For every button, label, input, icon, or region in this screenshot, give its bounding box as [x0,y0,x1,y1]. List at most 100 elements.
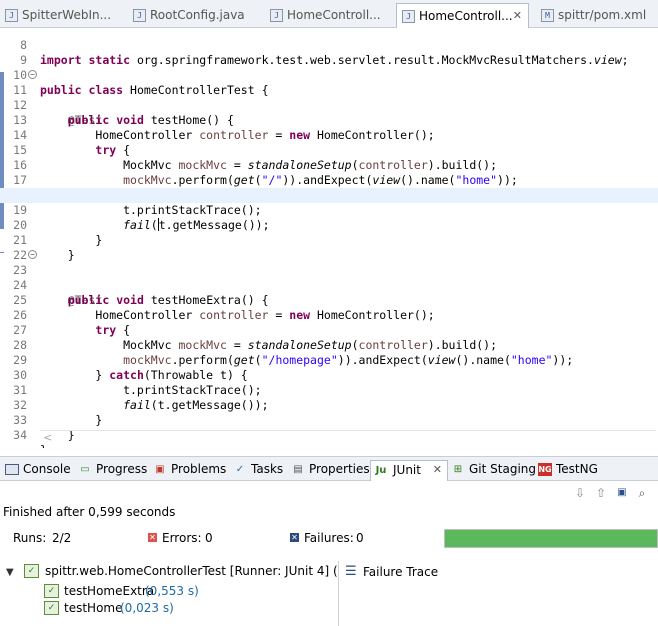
test-passed-icon: ✓ [44,584,59,598]
tab-testng[interactable]: NG TestNG [538,460,598,481]
code-line: 29 } catch(Throwable t) { [13,353,248,382]
java-file-icon: J [270,9,283,22]
editor-tab-home-controller[interactable]: J HomeControll... [265,3,380,28]
tab-label: JUnit [393,463,421,477]
views-tab-bar: Console ▭ Progress ▣ Problems ✓ Tasks ▤ … [0,456,658,481]
tab-label: SpitterWebIn... [22,8,110,22]
code-line: 21 } [13,233,75,262]
horizontal-scrollbar[interactable]: < [40,430,656,444]
code-line: 10 public class HomeControllerTest { [13,68,269,97]
close-icon[interactable]: ✕ [433,463,442,476]
code-line: 17 } catch(Throwable t) { [13,173,248,202]
tree-root-node[interactable]: ▼ ✓ spittr.web.HomeControllerTest [Runne… [0,563,338,580]
tab-junit[interactable]: Ju JUnit ✕ [370,460,448,481]
testng-icon: NG [538,463,552,476]
runs-label: Runs: [13,531,47,545]
editor-tab-bar: J SpitterWebIn... J RootConfig.java J Ho… [0,0,658,28]
properties-icon: ▤ [293,464,303,475]
code-line: 32 } [13,398,103,427]
code-line-current: 19 fail(t.getMessage()); [0,188,658,232]
tab-label: Properties [309,462,370,476]
code-line: 14 try { [13,128,131,157]
tab-console[interactable]: Console [5,460,71,481]
tab-label: spittr/pom.xml [558,8,647,22]
editor-tab-home-controller-test[interactable]: J HomeControll... ✕ [396,3,529,28]
console-icon [5,464,19,475]
tab-progress[interactable]: ▭ Progress [78,460,147,481]
scroll-lock-icon[interactable]: ⌕ [634,485,650,501]
code-line: 30 t.printStackTrace(); [13,368,262,397]
code-line: 22 [13,248,27,262]
chevron-down-icon[interactable]: ▼ [6,564,14,580]
code-line: 34 } [13,428,47,448]
java-file-icon: J [402,10,415,23]
junit-icon: Ju [375,465,387,476]
previous-failure-icon[interactable]: ⇧ [593,485,609,501]
show-failures-only-icon[interactable]: ▣ [614,485,630,501]
code-line: 23 − @Test [13,250,103,307]
error-icon: ✕ [148,533,157,542]
junit-test-tree[interactable]: ▼ ✓ spittr.web.HomeControllerTest [Runne… [0,563,340,626]
code-line: 31 fail(t.getMessage()); [13,383,269,412]
junit-finished-text: Finished after 0,599 seconds [3,505,176,519]
tab-label: Problems [171,462,227,476]
tab-label: RootConfig.java [150,8,245,22]
git-staging-icon: ⊞ [453,464,463,475]
tab-tasks[interactable]: ✓ Tasks [233,460,283,481]
tab-properties[interactable]: ▤ Properties [291,460,370,481]
scroll-left-icon[interactable]: < [43,431,52,444]
code-line: 24 public void testHomeExtra() { [13,278,269,307]
editor-tab-spitter-web-initializer[interactable]: J SpitterWebIn... [0,3,110,28]
next-failure-icon[interactable]: ⇩ [572,485,588,501]
code-line: 11 − @Test [13,70,103,127]
fold-collapse-icon[interactable]: − [28,70,37,79]
tab-label: Git Staging [469,462,537,476]
code-line: 28 mockMvc.perform(get("/homepage")).and… [13,338,574,367]
test-passed-icon: ✓ [44,601,59,615]
code-line: 26 try { [13,308,131,337]
tab-problems[interactable]: ▣ Problems [153,460,226,481]
failures-value: 0 [356,531,364,545]
test-time: (0,553 s) [145,584,199,598]
code-line: 33 } [13,413,75,442]
tasks-icon: ✓ [235,464,245,475]
maven-pom-icon: M [541,9,554,22]
code-line: 13 HomeController controller = new HomeC… [13,113,435,142]
failure-icon: ✕ [290,533,299,542]
editor-tab-pom-xml[interactable]: M spittr/pom.xml [536,3,654,28]
tab-label: Console [23,462,71,476]
code-line: 20 } [13,218,103,247]
code-line: 12 public void testHome() { [13,98,234,127]
tab-label: HomeControll... [419,9,513,23]
code-line: 27 MockMvc mockMvc = standaloneSetup(con… [13,323,498,352]
tab-git-staging[interactable]: ⊞ Git Staging [451,460,536,481]
test-time: (0,023 s) [120,601,174,615]
code-line: 9 [20,53,27,67]
code-editor[interactable]: 8 import static org.springframework.test… [0,28,658,448]
progress-icon: ▭ [80,464,90,475]
failure-trace-label: Failure Trace [363,565,439,579]
tab-label: Tasks [251,462,284,476]
tab-label: HomeControll... [287,8,380,22]
code-line: 18 t.printStackTrace(); [13,188,262,217]
tree-root-label: spittr.web.HomeControllerTest [Runner: J… [45,564,338,578]
code-line: 15 MockMvc mockMvc = standaloneSetup(con… [13,143,498,172]
test-name: testHome [64,601,123,615]
failures-label: Failures: [304,531,354,545]
stack-trace-icon: ☰ [345,564,357,579]
problems-icon: ▣ [155,464,165,475]
code-line: 8 import static org.springframework.test… [20,38,629,67]
errors-value: 0 [205,531,213,545]
test-suite-passed-icon: ✓ [24,564,39,578]
editor-tab-root-config[interactable]: J RootConfig.java [128,3,248,28]
tab-label: TestNG [556,462,598,476]
runs-value: 2/2 [52,531,72,545]
code-line: 16 mockMvc.perform(get("/")).andExpect(v… [13,158,518,187]
java-file-icon: J [5,9,18,22]
close-icon[interactable]: ✕ [513,9,522,22]
java-file-icon: J [133,9,146,22]
fold-collapse-icon[interactable]: − [28,250,37,259]
tab-label: Progress [96,462,148,476]
junit-progress-bar [444,529,658,548]
test-name: testHomeExtra [64,584,155,598]
